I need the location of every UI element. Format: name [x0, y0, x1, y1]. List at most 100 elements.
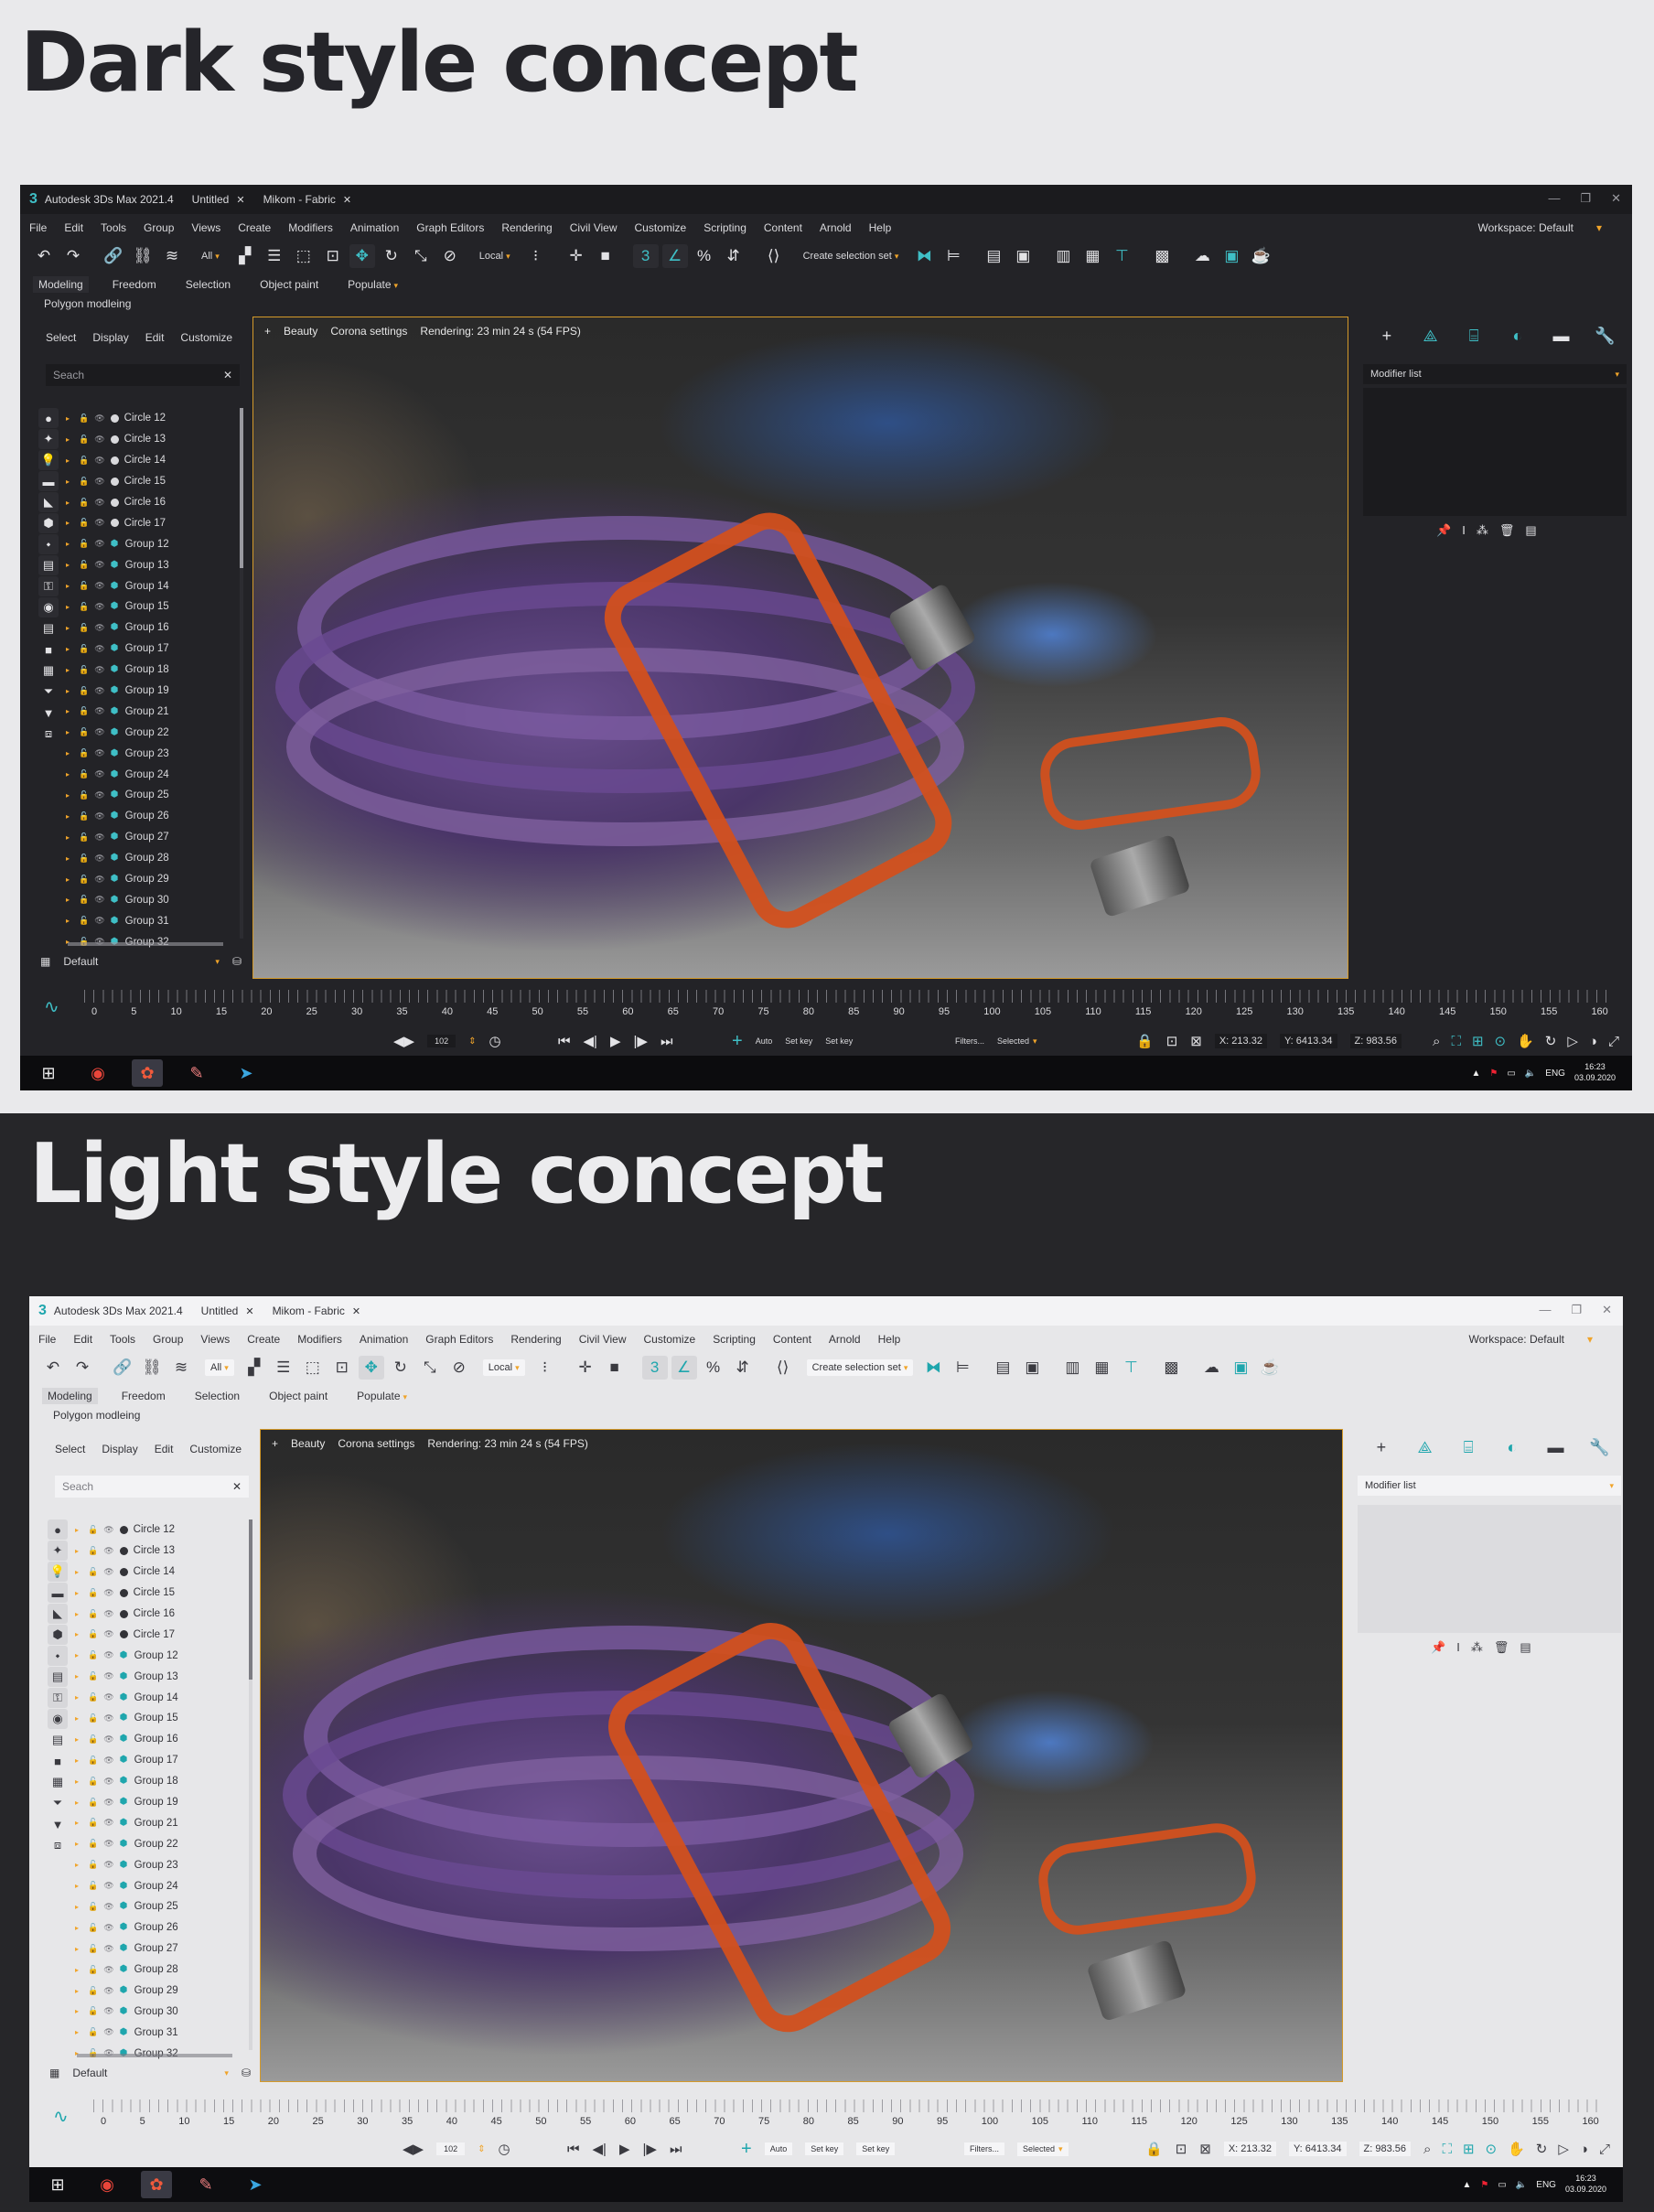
freeze-icon[interactable]: 🔓: [88, 1692, 98, 1702]
expand-arrow-icon[interactable]: ▸: [75, 1840, 82, 1848]
eye-icon[interactable]: 👁: [103, 1986, 113, 1996]
viewport-plus-menu[interactable]: +: [272, 1437, 278, 1450]
tree-row[interactable]: ▸ 🔓 👁 ⬢ Group 29: [75, 1981, 249, 2002]
menu-arnold[interactable]: Arnold: [829, 1333, 861, 1346]
eye-icon[interactable]: 👁: [103, 1965, 113, 1975]
freeze-icon[interactable]: 🔓: [88, 1923, 98, 1933]
create-panel-icon[interactable]: +: [1359, 1435, 1403, 1459]
expand-arrow-icon[interactable]: ▸: [66, 707, 73, 715]
tree-row[interactable]: ▸ 🔓 👁 ⬢ Group 13: [66, 554, 240, 575]
lock-selection-icon[interactable]: 🔒: [1145, 2141, 1163, 2157]
tree-row[interactable]: ▸ 🔓 👁 Circle 13: [75, 1541, 249, 1562]
scrollbar-thumb[interactable]: [240, 408, 243, 568]
render-production-icon[interactable]: ☕: [1257, 1356, 1283, 1380]
expand-arrow-icon[interactable]: ▸: [66, 854, 73, 863]
mirror-icon[interactable]: ⧓: [920, 1356, 946, 1380]
expand-arrow-icon[interactable]: ▸: [75, 1882, 82, 1890]
viewport-render-settings[interactable]: Corona settings: [330, 325, 407, 338]
menu-help[interactable]: Help: [878, 1333, 901, 1346]
layers-grid-icon[interactable]: ▦: [49, 2067, 59, 2079]
tree-row[interactable]: ▸ 🔓 👁 ⬢ Group 26: [66, 806, 240, 827]
eye-icon[interactable]: 👁: [94, 895, 104, 905]
freeze-icon[interactable]: 🔓: [79, 560, 89, 570]
window-crossing-icon[interactable]: ⊡: [329, 1356, 355, 1380]
eye-icon[interactable]: 👁: [94, 435, 104, 445]
tree-hscrollbar[interactable]: [77, 2054, 232, 2057]
menu-customize[interactable]: Customize: [635, 221, 687, 234]
eye-icon[interactable]: 👁: [103, 1629, 113, 1639]
bone-filter-icon[interactable]: ⚿: [48, 1688, 68, 1708]
menu-graph-editors[interactable]: Graph Editors: [416, 221, 484, 234]
eye-icon[interactable]: 👁: [103, 1881, 113, 1891]
scene-menu-customize[interactable]: Customize: [189, 1443, 242, 1468]
tree-row[interactable]: ▸ 🔓 👁 ⬢ Group 18: [75, 1771, 249, 1792]
display-panel-icon[interactable]: ▬: [1540, 324, 1584, 348]
freeze-icon[interactable]: 🔓: [88, 1798, 98, 1808]
material-editor-icon[interactable]: ▩: [1158, 1356, 1184, 1380]
maximize-viewport-icon[interactable]: ⤢: [1608, 1034, 1619, 1049]
tree-row[interactable]: ▸ 🔓 👁 ⬢ Group 12: [66, 533, 240, 554]
motion-panel-icon[interactable]: ◐: [1496, 324, 1540, 348]
expand-arrow-icon[interactable]: ▸: [75, 2028, 82, 2036]
expand-arrow-icon[interactable]: ▸: [75, 1945, 82, 1953]
curve-editor-toggle-icon[interactable]: ∿: [53, 2105, 69, 2128]
tree-row[interactable]: ▸ 🔓 👁 ⬢ Group 15: [75, 1708, 249, 1729]
tab-mikom-fabric[interactable]: Mikom - Fabric ✕: [273, 1305, 361, 1317]
close-tab-icon[interactable]: ✕: [352, 1305, 360, 1317]
schematic-view-icon[interactable]: ▦: [1079, 244, 1105, 268]
language-indicator[interactable]: ENG: [1536, 2180, 1556, 2190]
freeze-icon[interactable]: 🔓: [88, 1777, 98, 1787]
windows-start-icon[interactable]: ⊞: [33, 1059, 64, 1087]
expand-arrow-icon[interactable]: ▸: [75, 1693, 82, 1702]
menu-tools[interactable]: Tools: [101, 221, 126, 234]
menu-views[interactable]: Views: [191, 221, 220, 234]
window-crossing-icon[interactable]: ⊡: [320, 244, 346, 268]
chevron-down-icon[interactable]: ▾: [224, 2068, 229, 2078]
expand-arrow-icon[interactable]: ▸: [75, 1547, 82, 1555]
frame-field[interactable]: 102: [427, 1035, 456, 1047]
minimize-icon[interactable]: —: [1539, 1303, 1551, 1317]
lock-selection-icon[interactable]: 🔒: [1136, 1033, 1154, 1049]
render-setup-icon[interactable]: ☁: [1198, 1356, 1224, 1380]
menu-animation[interactable]: Animation: [350, 221, 399, 234]
menu-help[interactable]: Help: [869, 221, 892, 234]
viewport-render-settings[interactable]: Corona settings: [338, 1437, 414, 1450]
volume-icon[interactable]: 🔈: [1516, 2180, 1527, 2190]
expand-arrow-icon[interactable]: ▸: [75, 1903, 82, 1911]
frame-spinner-icon[interactable]: ⇕: [478, 2144, 485, 2154]
render-setup-icon[interactable]: ☁: [1189, 244, 1215, 268]
ribbon-tab-selection[interactable]: Selection: [189, 1388, 245, 1404]
close-window-icon[interactable]: ✕: [1602, 1303, 1612, 1317]
add-key-icon[interactable]: +: [741, 2139, 752, 2160]
tray-chevron-icon[interactable]: ▲: [1463, 2180, 1472, 2190]
tree-row[interactable]: ▸ 🔓 👁 ⬢ Group 17: [75, 1750, 249, 1771]
render-viewport[interactable]: + Beauty Corona settings Rendering: 23 m…: [252, 317, 1348, 979]
expand-arrow-icon[interactable]: ▸: [66, 687, 73, 695]
tray-chevron-icon[interactable]: ▲: [1472, 1068, 1481, 1079]
menu-customize[interactable]: Customize: [644, 1333, 696, 1346]
expand-arrow-icon[interactable]: ▸: [75, 1924, 82, 1932]
tree-row[interactable]: ▸ 🔓 👁 ⬢ Group 23: [75, 1854, 249, 1875]
close-tab-icon[interactable]: ✕: [236, 194, 244, 206]
go-to-start-icon[interactable]: ⏮: [558, 1034, 571, 1049]
ribbon-tab-freedom[interactable]: Freedom: [116, 1388, 171, 1404]
modifier-stack[interactable]: [1358, 1505, 1621, 1633]
layer-selector[interactable]: ▦ Default ▾ ⛁: [49, 2067, 251, 2079]
zoom-extents-all-icon[interactable]: ⊞: [1472, 1033, 1484, 1049]
rotate-icon[interactable]: ↻: [388, 1356, 414, 1380]
z-coordinate[interactable]: Z: 983.56: [1359, 2142, 1412, 2156]
expand-arrow-icon[interactable]: ▸: [66, 414, 73, 423]
modifier-list-dropdown[interactable]: Modifier list ▾: [1358, 1476, 1621, 1496]
pan-icon[interactable]: ✋: [1508, 2141, 1525, 2157]
freeze-icon[interactable]: 🔓: [79, 854, 89, 864]
freeze-icon[interactable]: 🔓: [88, 1944, 98, 1954]
tree-row[interactable]: ▸ 🔓 👁 Circle 17: [75, 1624, 249, 1645]
tree-row[interactable]: ▸ 🔓 👁 ⬢ Group 12: [75, 1645, 249, 1666]
key-tangent-selector[interactable]: Selected ▾: [1017, 2142, 1069, 2156]
freeze-icon[interactable]: 🔓: [88, 1986, 98, 1996]
viewport-shading-mode[interactable]: Beauty: [284, 325, 317, 338]
expand-arrow-icon[interactable]: ▸: [66, 896, 73, 904]
eye-icon[interactable]: 👁: [103, 1839, 113, 1849]
tree-row[interactable]: ▸ 🔓 👁 ⬢ Group 18: [66, 660, 240, 681]
tree-row[interactable]: ▸ 🔓 👁 ⬢ Group 16: [66, 617, 240, 639]
